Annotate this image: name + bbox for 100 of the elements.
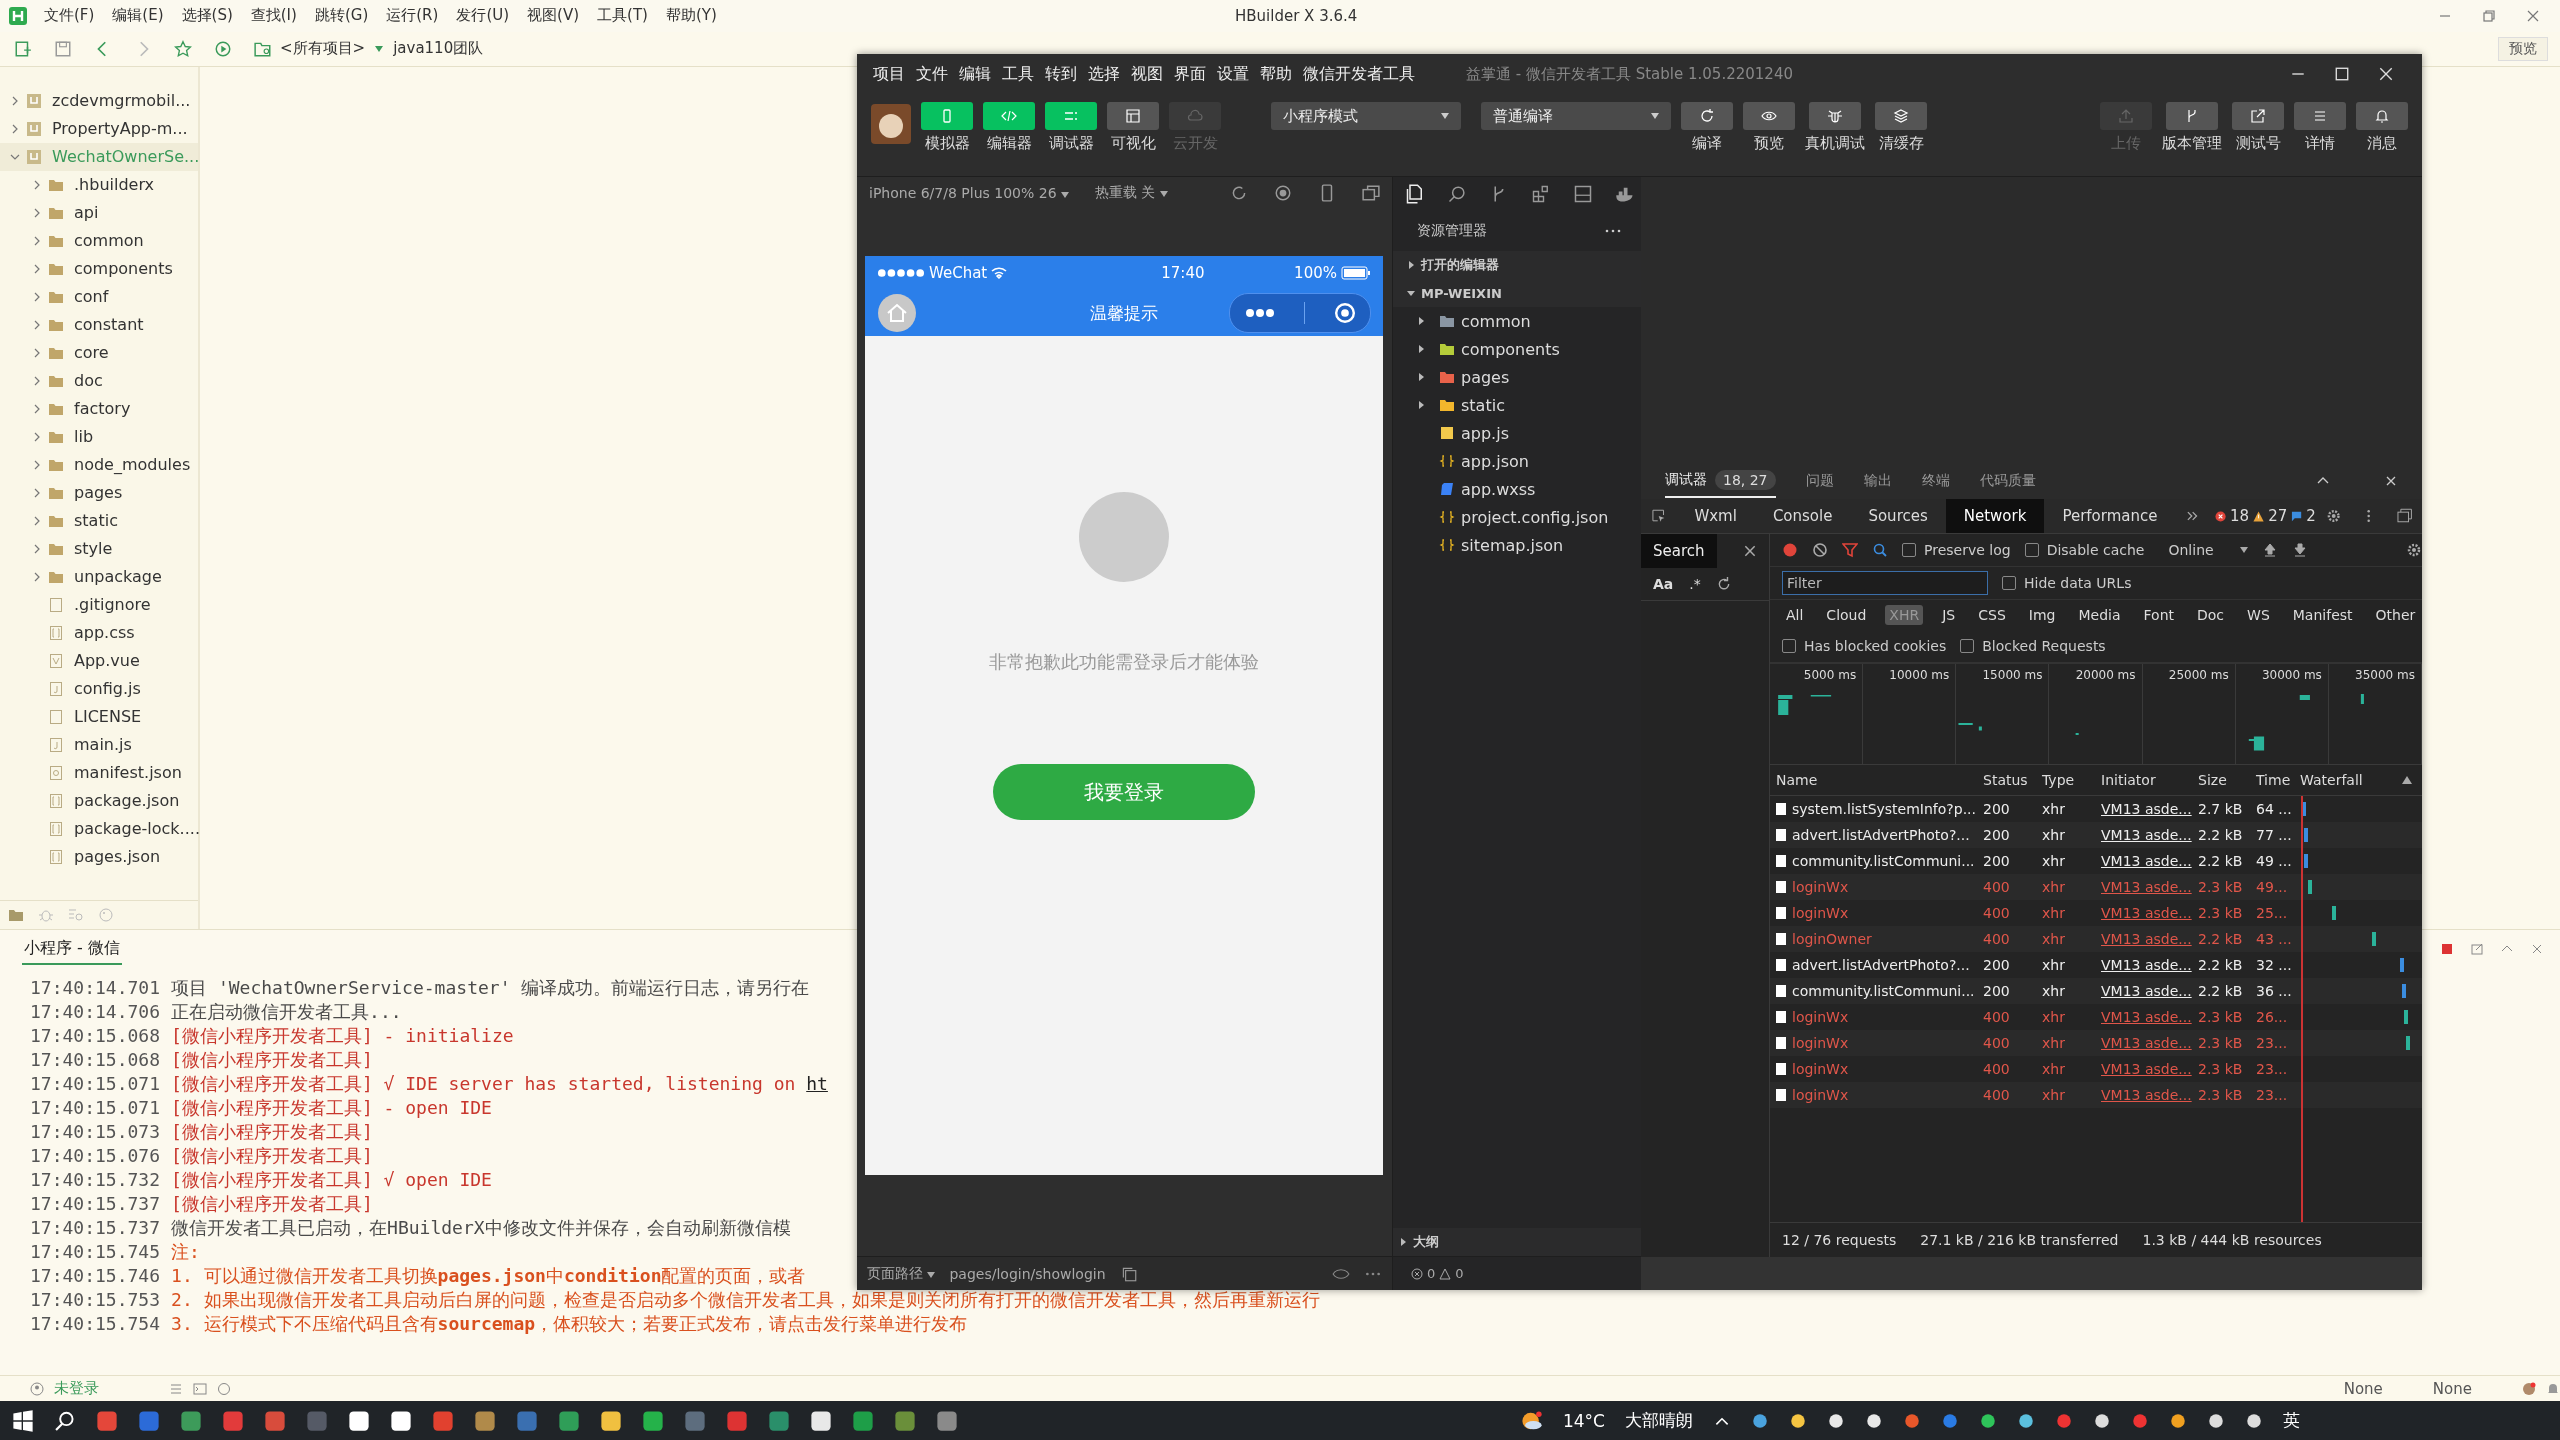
menu-item[interactable]: 文件 (916, 63, 948, 85)
menu-capsule[interactable] (1229, 293, 1371, 333)
tray-icon[interactable] (2093, 1411, 2111, 1430)
menu-item[interactable]: 界面 (1174, 63, 1206, 85)
type-filter[interactable]: All (1782, 605, 1808, 625)
request-row[interactable]: community.listCommuni... 200 xhr VM13 asde... 2.2 kB 36 ... (1770, 978, 2422, 1004)
refresh-icon[interactable] (1716, 577, 1731, 591)
chevron-icon[interactable] (32, 179, 42, 190)
menu-item[interactable]: 编辑(E) (112, 6, 164, 26)
stop-icon[interactable] (2440, 942, 2454, 957)
dropdown-caret-icon[interactable] (375, 45, 384, 52)
hide-data-urls-checkbox[interactable]: Hide data URLs (2002, 575, 2132, 591)
maximize-icon[interactable] (2334, 66, 2350, 82)
storage-icon[interactable] (1573, 184, 1593, 204)
file-tree-item[interactable]: constant (0, 310, 198, 339)
chevron-icon[interactable] (32, 459, 42, 470)
file-tree-item[interactable]: conf (0, 282, 198, 311)
detach-icon[interactable] (1362, 183, 1380, 202)
console-tab[interactable]: 小程序 - 微信 (22, 933, 122, 965)
disclosure-icon[interactable] (1417, 317, 1425, 325)
close-icon[interactable] (1743, 544, 1757, 558)
file-tree-item[interactable]: node_modules (0, 450, 198, 479)
menu-item[interactable]: 跳转(G) (314, 6, 369, 26)
menu-item[interactable]: 文件(F) (44, 6, 95, 26)
taskbar-app-icon[interactable] (810, 1409, 832, 1432)
file-tree-item[interactable]: package-lock.... (0, 814, 198, 843)
devtools-tab[interactable]: Network (1945, 499, 2045, 533)
request-row[interactable]: loginOwner 400 xhr VM13 asde... 2.2 kB 43 ... (1770, 926, 2422, 952)
panel-tab[interactable]: 问题 (1805, 472, 1834, 490)
explorer-item[interactable]: 打开的编辑器 (1393, 251, 1641, 279)
tray-icon[interactable] (1789, 1411, 1807, 1430)
explorer-item[interactable]: pages (1393, 363, 1641, 391)
preserve-log-checkbox[interactable]: Preserve log (1902, 542, 2011, 558)
dropdown-caret-icon[interactable] (1061, 191, 1069, 198)
type-filter[interactable]: Font (2139, 605, 2178, 625)
project-selector[interactable]: <所有项目> (280, 39, 366, 59)
menu-item[interactable]: 选择 (1088, 63, 1120, 85)
tray-icon[interactable] (1751, 1411, 1769, 1430)
file-tree-item[interactable]: components (0, 254, 198, 283)
avatar-icon[interactable] (871, 104, 911, 144)
column-header[interactable]: Type (2036, 772, 2095, 788)
search-icon[interactable] (54, 1409, 76, 1432)
menu-item[interactable]: 工具 (1002, 63, 1034, 85)
explorer-item[interactable]: app.json (1393, 447, 1641, 475)
regex-toggle[interactable]: .* (1689, 576, 1701, 592)
log-link[interactable]: ht (806, 1072, 828, 1097)
file-tree-item[interactable]: .gitignore (0, 590, 198, 619)
settings-icon[interactable] (2406, 542, 2422, 558)
warning-count[interactable]: 27 (2268, 507, 2288, 525)
blocked-cookies-checkbox[interactable]: Has blocked cookies (1782, 638, 1947, 654)
chevron-icon[interactable] (10, 123, 20, 134)
panel-tab[interactable]: 调试器 18, 27 (1665, 464, 1776, 498)
warning-icon[interactable] (2253, 509, 2265, 523)
menu-item[interactable]: 设置 (1217, 63, 1249, 85)
input-method-indicator[interactable]: 英 (2283, 1409, 2300, 1433)
dock-icon[interactable] (2396, 507, 2413, 525)
file-tree-item[interactable]: unpackage (0, 562, 198, 591)
restore-icon[interactable] (2482, 8, 2496, 23)
type-filter[interactable]: Media (2074, 605, 2125, 625)
explorer-item[interactable]: static (1393, 391, 1641, 419)
chevron-icon[interactable] (32, 515, 42, 526)
page-path-label[interactable]: 页面路径 (867, 1264, 936, 1283)
menu-item[interactable]: 工具(T) (597, 6, 648, 26)
file-tree-item[interactable]: doc (0, 366, 198, 395)
disable-cache-checkbox[interactable]: Disable cache (2024, 542, 2145, 558)
menu-item[interactable]: 编辑 (959, 63, 991, 85)
mode-dropdown[interactable]: 小程序模式 (1271, 102, 1461, 130)
request-row[interactable]: loginWx 400 xhr VM13 asde... 2.3 kB 23... (1770, 1030, 2422, 1056)
dropdown-caret-icon[interactable] (2240, 547, 2249, 553)
save-icon[interactable] (54, 39, 72, 58)
disclosure-icon[interactable] (1399, 1238, 1407, 1246)
filter-field[interactable]: Filter (1782, 571, 1988, 595)
record-icon[interactable] (1782, 542, 1798, 558)
menu-item[interactable]: 项目 (873, 63, 905, 85)
menu-item[interactable]: 帮助(Y) (665, 6, 717, 26)
disclosure-icon[interactable] (1407, 289, 1415, 297)
panel-tab[interactable]: 终端 (1921, 472, 1950, 490)
outline-section[interactable]: 大纲 (1393, 1228, 1641, 1256)
file-tree-item[interactable]: App.vue (0, 646, 198, 675)
chevron-icon[interactable] (32, 431, 42, 442)
file-tree-item[interactable]: app.css (0, 618, 198, 647)
menu-item[interactable]: 转到 (1045, 63, 1077, 85)
message-count[interactable]: 2 (2306, 507, 2316, 525)
devtools-tab[interactable]: Sources (1850, 499, 1946, 533)
chevron-icon[interactable] (32, 543, 42, 554)
file-tree-item[interactable]: main.js (0, 730, 198, 759)
initiator-link[interactable]: VM13 asde... (2095, 1009, 2192, 1025)
initiator-link[interactable]: VM13 asde... (2095, 801, 2192, 817)
chevron-icon[interactable] (32, 235, 42, 246)
file-tree-item[interactable]: config.js (0, 674, 198, 703)
more-icon[interactable] (1605, 229, 1621, 233)
column-header[interactable]: Time (2250, 772, 2294, 788)
panel-tab[interactable]: 代码质量 (1979, 472, 2036, 490)
request-row[interactable]: loginWx 400 xhr VM13 asde... 2.3 kB 23... (1770, 1056, 2422, 1082)
more-icon[interactable] (1244, 308, 1275, 318)
tray-icon[interactable] (1865, 1411, 1883, 1430)
request-row[interactable]: advert.listAdvertPhoto?... 200 xhr VM13 asde... 2.2 kB 32 ... (1770, 952, 2422, 978)
menu-item[interactable]: 运行(R) (386, 6, 439, 26)
devtools-tab[interactable]: Wxml (1676, 499, 1755, 533)
filter-icon[interactable] (1842, 542, 1858, 558)
